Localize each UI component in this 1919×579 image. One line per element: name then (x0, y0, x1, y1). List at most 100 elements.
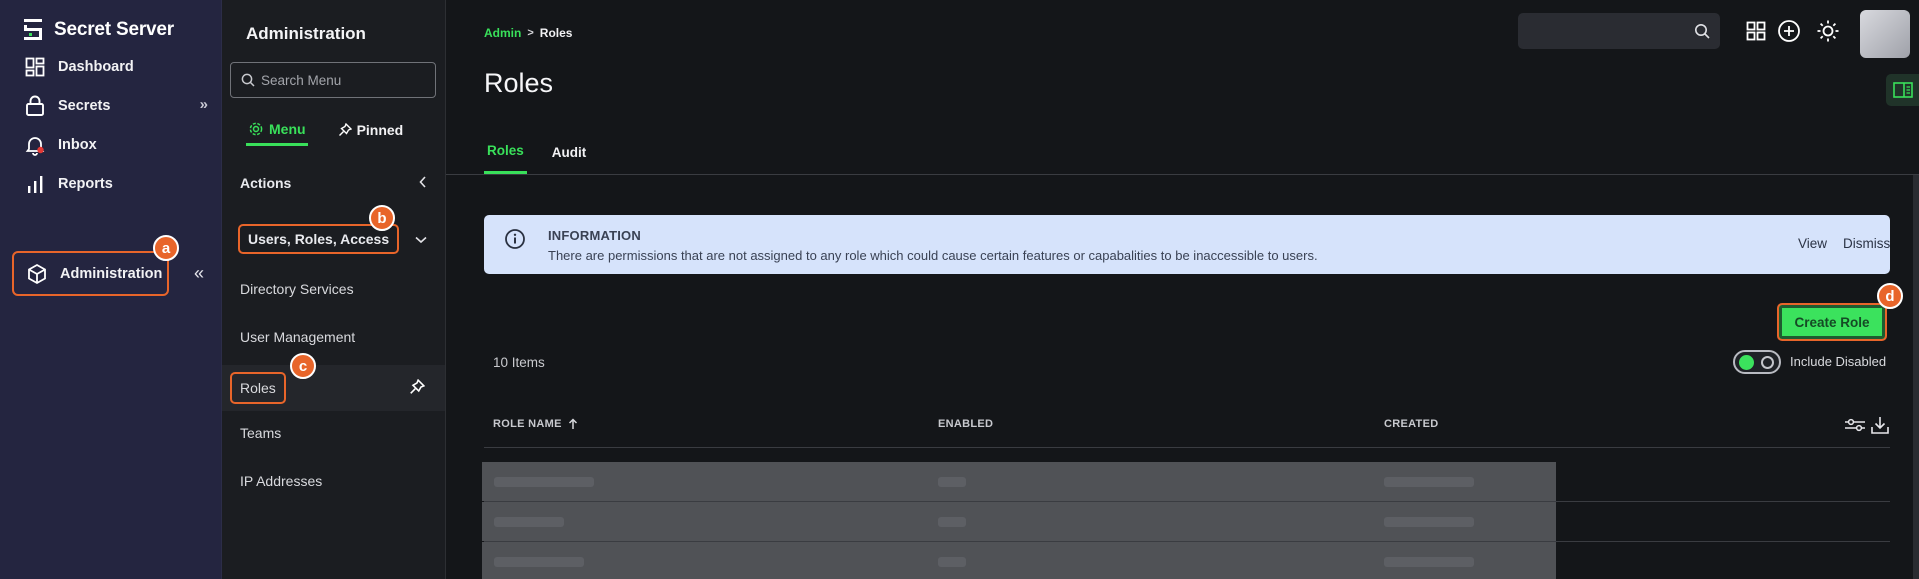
include-disabled-label: Include Disabled (1790, 354, 1887, 369)
table-row[interactable] (482, 462, 1890, 502)
add-circle-icon[interactable] (1776, 18, 1802, 44)
scrollbar[interactable] (1913, 175, 1919, 579)
side-panel-toggle-icon[interactable] (1886, 74, 1919, 106)
include-disabled-toggle[interactable] (1733, 350, 1781, 374)
tabs-divider (446, 174, 1919, 175)
expand-chevron-icon[interactable]: » (200, 96, 208, 113)
submenu-item-ip-addresses[interactable]: IP Addresses (224, 461, 447, 501)
tab-audit[interactable]: Audit (549, 130, 590, 174)
search-menu-input[interactable] (261, 72, 421, 88)
info-banner: INFORMATION There are permissions that a… (484, 215, 1890, 274)
section-label: Actions (240, 175, 292, 191)
submenu-item-teams[interactable]: Teams (224, 413, 447, 453)
table-tools (1844, 415, 1890, 435)
gear-icon (249, 122, 263, 135)
brand[interactable]: Secret Server (22, 16, 174, 44)
redacted-row-content (482, 502, 1556, 541)
create-role-button[interactable]: Create Role (1777, 303, 1887, 341)
search-icon[interactable] (1694, 23, 1710, 39)
tab-label: Menu (269, 120, 306, 137)
nav-item-dashboard[interactable]: Dashboard (12, 45, 210, 89)
nav-item-label: Secrets (58, 98, 111, 114)
column-created[interactable]: CREATED (1384, 418, 1438, 430)
redacted-cell (1384, 517, 1474, 527)
info-text: There are permissions that are not assig… (548, 248, 1318, 263)
submenu-item-label: IP Addresses (240, 473, 323, 489)
callout-badge-a: a (153, 235, 179, 261)
global-search-input[interactable] (1518, 13, 1720, 49)
tab-menu[interactable]: Menu (246, 114, 308, 146)
submenu-item-roles[interactable]: Roles (222, 365, 445, 411)
breadcrumb-separator: > (527, 27, 534, 39)
page-tabs: Roles Audit (484, 130, 589, 174)
nav-item-administration[interactable]: Administration (12, 251, 169, 296)
view-button[interactable]: View (1798, 236, 1827, 251)
admin-submenu: Administration Menu Pinned Actions Users… (222, 0, 446, 579)
column-label: ENABLED (938, 418, 994, 430)
submenu-item-label: Directory Services (240, 281, 354, 297)
main-content: Admin > Roles Roles Roles Audit INFORMAT… (446, 0, 1919, 579)
nav-item-label: Dashboard (58, 59, 134, 75)
toggle-knob-off (1761, 356, 1774, 369)
info-title: INFORMATION (548, 228, 641, 243)
table-row[interactable] (482, 542, 1890, 579)
theme-sun-icon[interactable] (1815, 18, 1841, 44)
tab-label: Pinned (356, 122, 404, 138)
breadcrumb: Admin > Roles (484, 26, 572, 40)
table-header: ROLE NAME ENABLED CREATED (484, 410, 1890, 448)
collapse-nav-icon[interactable]: « (194, 263, 204, 284)
section-users-roles-access[interactable]: Users, Roles, Access (230, 219, 445, 259)
dashboard-icon (24, 56, 46, 78)
column-filter-icon[interactable] (1844, 415, 1866, 435)
chevron-left-icon (419, 175, 427, 191)
redacted-row-content (482, 542, 1556, 579)
page-title: Roles (484, 68, 554, 98)
tab-roles[interactable]: Roles (484, 130, 527, 174)
primary-nav: Secret Server Dashboard Secrets » Inbox (0, 0, 222, 579)
submenu-title: Administration (246, 24, 366, 43)
download-icon[interactable] (1870, 415, 1890, 435)
column-enabled[interactable]: ENABLED (938, 418, 993, 430)
callout-badge-b: b (369, 205, 395, 231)
apps-grid-icon[interactable] (1743, 18, 1769, 44)
redacted-cell (494, 517, 564, 527)
redacted-cell (938, 517, 966, 527)
redacted-cell (938, 557, 966, 567)
column-role-name[interactable]: ROLE NAME (493, 418, 578, 430)
breadcrumb-admin-link[interactable]: Admin (484, 26, 521, 40)
callout-badge-c: c (290, 353, 316, 379)
callout-badge-d: d (1877, 283, 1903, 309)
redacted-cell (1384, 477, 1474, 487)
submenu-item-label: Teams (240, 425, 282, 441)
nav-item-reports[interactable]: Reports (12, 162, 210, 206)
bell-icon (24, 134, 46, 156)
nav-item-inbox[interactable]: Inbox (12, 123, 210, 167)
pin-icon[interactable] (409, 378, 426, 398)
info-icon (505, 229, 525, 249)
avatar[interactable] (1860, 10, 1910, 58)
secret-server-logo-icon (24, 19, 42, 40)
submenu-item-user-management[interactable]: User Management (224, 317, 447, 357)
redacted-cell (938, 477, 966, 487)
bar-chart-icon (24, 173, 46, 195)
redacted-cell (494, 557, 584, 567)
lock-icon (24, 95, 46, 117)
nav-item-label: Administration (60, 265, 163, 282)
sort-ascending-icon[interactable] (568, 418, 578, 430)
column-label: ROLE NAME (493, 418, 562, 430)
submenu-item-label: Roles (230, 372, 286, 404)
dismiss-button[interactable]: Dismiss (1843, 236, 1890, 251)
breadcrumb-current: Roles (539, 26, 573, 40)
nav-item-label: Inbox (58, 137, 97, 153)
app-root: Secret Server Dashboard Secrets » Inbox (0, 0, 1919, 579)
tab-pinned[interactable]: Pinned (338, 114, 404, 146)
redacted-row-content (482, 462, 1556, 501)
nav-item-secrets[interactable]: Secrets » (12, 84, 210, 128)
submenu-item-directory-services[interactable]: Directory Services (224, 269, 447, 309)
submenu-search[interactable] (230, 62, 436, 98)
column-label: CREATED (1384, 418, 1439, 430)
submenu-item-label: User Management (240, 329, 356, 345)
section-actions[interactable]: Actions (224, 163, 445, 203)
table-row[interactable] (482, 502, 1890, 542)
brand-name: Secret Server (54, 19, 174, 40)
